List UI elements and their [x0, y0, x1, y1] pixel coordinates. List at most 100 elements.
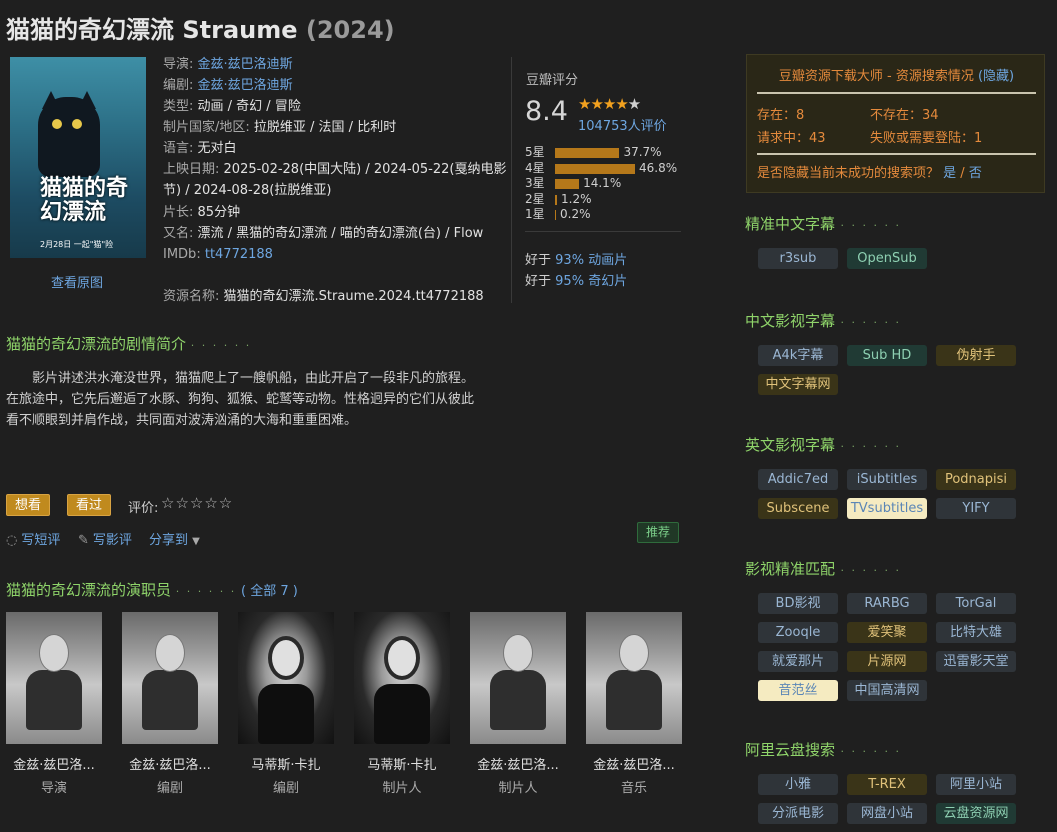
- info-release-cont: 节) / 2024-08-28(拉脱维亚): [163, 183, 332, 198]
- sidebar-tag-button[interactable]: 音范丝: [758, 680, 838, 701]
- hide-link[interactable]: (隐藏): [978, 69, 1014, 84]
- sidebar-tag-button[interactable]: 分派电影: [758, 803, 838, 824]
- person-head-shape: [384, 636, 420, 680]
- rating-votes-link[interactable]: 104753人评价: [578, 115, 667, 134]
- cast-photo[interactable]: [6, 612, 102, 744]
- cast-member[interactable]: 金兹·兹巴洛... 制片人: [470, 612, 566, 796]
- sidebar-tag-button[interactable]: 伪射手: [936, 345, 1016, 366]
- title-year: (2024): [305, 16, 395, 44]
- cast-photo[interactable]: [122, 612, 218, 744]
- yes-link[interactable]: 是: [943, 166, 956, 181]
- share-dropdown[interactable]: 分享到 ▼: [149, 529, 200, 548]
- sidebar-tag-button[interactable]: 云盘资源网: [936, 803, 1016, 824]
- star-row-label: 2星: [525, 191, 545, 206]
- cast-photo[interactable]: [470, 612, 566, 744]
- sidebar-section-label: 精准中文字幕: [745, 215, 836, 233]
- cast-name[interactable]: 金兹·兹巴洛...: [122, 754, 218, 773]
- resource-box-title: 豆瓣资源下载大师 - 资源搜索情况 (隐藏): [778, 69, 1015, 84]
- sidebar-tag-button[interactable]: Addic7ed: [758, 469, 838, 490]
- info-runtime: 片长: 85分钟: [163, 205, 241, 220]
- cast-photo[interactable]: [238, 612, 334, 744]
- cast-member[interactable]: 金兹·兹巴洛... 导演: [6, 612, 102, 796]
- write-short-review-link[interactable]: ◌ 写短评: [6, 529, 60, 548]
- cast-name[interactable]: 马蒂斯·卡扎: [238, 754, 334, 773]
- summary-heading: 猫猫的奇幻漂流的剧情简介 · · · · · ·: [6, 335, 252, 353]
- want-to-watch-button[interactable]: 想看: [6, 494, 51, 516]
- star-row-2: 2星 1.2%: [525, 191, 592, 206]
- cast-name[interactable]: 金兹·兹巴洛...: [470, 754, 566, 773]
- no-link[interactable]: 否: [969, 166, 982, 181]
- sidebar-tag-button[interactable]: Sub HD: [847, 345, 927, 366]
- sidebar-tag-button[interactable]: iSubtitles: [847, 469, 927, 490]
- info-aka: 又名: 漂流 / 黑猫的奇幻漂流 / 喵的奇幻漂流(台) / Flow: [163, 226, 484, 241]
- vertical-divider: [511, 57, 512, 303]
- cast-all-link[interactable]: ( 全部 7 ): [241, 584, 298, 599]
- imdb-link[interactable]: tt4772188: [205, 247, 273, 262]
- sidebar-tag-button[interactable]: Subscene: [758, 498, 838, 519]
- cast-member[interactable]: 金兹·兹巴洛... 音乐: [586, 612, 682, 796]
- cast-member[interactable]: 马蒂斯·卡扎 编剧: [238, 612, 334, 796]
- cat-shape: [38, 97, 100, 177]
- sidebar-tag-button[interactable]: Podnapisi: [936, 469, 1016, 490]
- movie-poster[interactable]: 猫猫的奇幻漂流 2月28日 一起"猫"险: [10, 57, 146, 258]
- cast-member[interactable]: 金兹·兹巴洛... 编剧: [122, 612, 218, 796]
- person-head-shape: [619, 634, 649, 672]
- better-pct-link[interactable]: 93%: [555, 253, 584, 268]
- cast-name[interactable]: 金兹·兹巴洛...: [586, 754, 682, 773]
- better-pct-link[interactable]: 95%: [555, 274, 584, 289]
- sidebar-tag-button[interactable]: TVsubtitles: [847, 498, 927, 519]
- cast-photo[interactable]: [586, 612, 682, 744]
- sidebar-tag-button[interactable]: A4k字幕: [758, 345, 838, 366]
- star-row-percent: 14.1%: [583, 176, 622, 190]
- chevron-down-icon: ▼: [192, 536, 200, 547]
- sidebar-tag-button[interactable]: 片源网: [847, 651, 927, 672]
- write-review-link[interactable]: ✎ 写影评: [78, 529, 132, 548]
- sidebar-section-dots: · · · · · ·: [835, 440, 901, 453]
- cast-role: 制片人: [498, 781, 538, 796]
- star-row-percent: 46.8%: [639, 160, 678, 175]
- sidebar-tag-button[interactable]: YIFY: [936, 498, 1016, 519]
- sidebar-tag-button[interactable]: 网盘小站: [847, 803, 927, 824]
- box-divider: [757, 92, 1036, 94]
- sidebar-tag-button[interactable]: 阿里小站: [936, 774, 1016, 795]
- rate-stars-input[interactable]: ☆☆☆☆☆: [161, 494, 233, 512]
- better-cat-link[interactable]: 动画片: [588, 253, 627, 268]
- sidebar-tag-button[interactable]: TorGal: [936, 593, 1016, 614]
- sidebar-section-dots: · · · · · ·: [835, 219, 901, 232]
- better-cat-link[interactable]: 奇幻片: [588, 274, 627, 289]
- sidebar-tag-button[interactable]: r3sub: [758, 248, 838, 269]
- cast-photo[interactable]: [354, 612, 450, 744]
- person-head-shape: [155, 634, 185, 672]
- star-row-bar: [555, 194, 558, 205]
- sidebar-tag-button[interactable]: RARBG: [847, 593, 927, 614]
- sidebar-tag-button[interactable]: 中国高清网: [847, 680, 927, 701]
- cast-name[interactable]: 金兹·兹巴洛...: [6, 754, 102, 773]
- sidebar-tag-button[interactable]: 中文字幕网: [758, 374, 838, 395]
- star-row-label: 4星: [525, 160, 545, 175]
- sidebar-tag-button[interactable]: OpenSub: [847, 248, 927, 269]
- sidebar-tag-button[interactable]: 比特大雄: [936, 622, 1016, 643]
- sidebar-section-title: 阿里云盘搜索 · · · · · ·: [745, 739, 901, 760]
- sidebar-section-title: 影视精准匹配 · · · · · ·: [745, 558, 901, 579]
- sidebar-section-dots: · · · · · ·: [835, 745, 901, 758]
- watched-button[interactable]: 看过: [67, 494, 112, 516]
- director-link[interactable]: 金兹·兹巴洛迪斯: [198, 57, 293, 72]
- sidebar-tag-button[interactable]: BD影视: [758, 593, 838, 614]
- cast-member[interactable]: 马蒂斯·卡扎 制片人: [354, 612, 450, 796]
- cast-name[interactable]: 马蒂斯·卡扎: [354, 754, 450, 773]
- rating-divider: [525, 231, 681, 232]
- rate-label: 评价:: [128, 501, 159, 516]
- sidebar-tag-button[interactable]: T-REX: [847, 774, 927, 795]
- better-than-animation: 好于 93% 动画片: [525, 253, 628, 268]
- sidebar-tag-button[interactable]: 小雅: [758, 774, 838, 795]
- writer-link[interactable]: 金兹·兹巴洛迪斯: [198, 78, 293, 93]
- sidebar-tag-button[interactable]: Zooqle: [758, 622, 838, 643]
- recommend-button[interactable]: 推荐: [637, 522, 680, 543]
- info-country: 制片国家/地区: 拉脱维亚 / 法国 / 比利时: [163, 120, 397, 135]
- star-row-percent: 37.7%: [623, 145, 662, 159]
- sidebar-tag-button[interactable]: 就爱那片: [758, 651, 838, 672]
- star-row-1: 1星 0.2%: [525, 207, 591, 221]
- sidebar-tag-button[interactable]: 迅雷影天堂: [936, 651, 1016, 672]
- sidebar-tag-button[interactable]: 爱笑聚: [847, 622, 927, 643]
- view-original-link[interactable]: 查看原图: [51, 272, 103, 291]
